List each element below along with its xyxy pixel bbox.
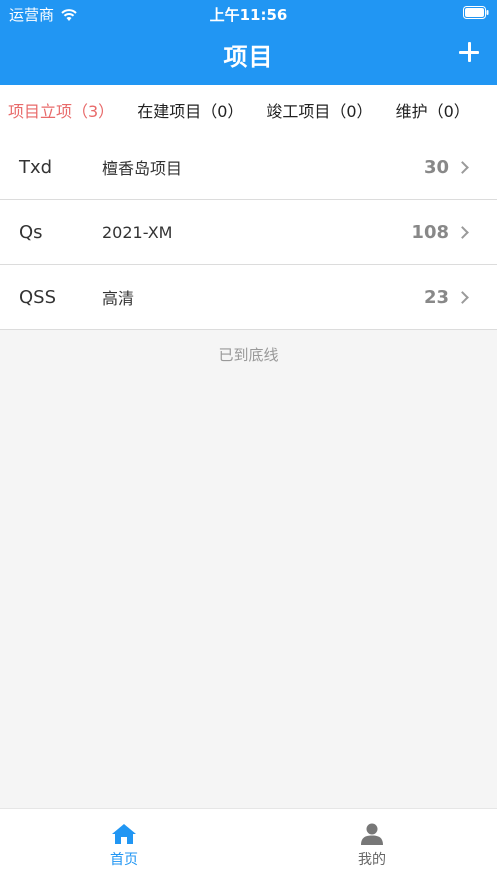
battery-icon [463,6,489,19]
chevron-right-icon [456,225,469,239]
project-name: 2021-XM [102,222,173,242]
tabbar-mine[interactable]: 我的 [248,809,496,883]
tabbar-home[interactable]: 首页 [0,809,248,883]
project-name: 檀香岛项目 [102,159,183,178]
bottom-tab-bar: 首页 我的 [0,808,497,883]
project-list: Txd 檀香岛项目 30 Qs 2021-XM 108 QSS 高清 23 [0,135,497,330]
project-name: 高清 [102,289,135,308]
chevron-right-icon [456,290,469,304]
tab-completed[interactable]: 竣工项目（0） [266,98,372,122]
tab-project-approval[interactable]: 项目立项（3） [8,98,114,122]
project-code: QSS [19,286,57,308]
project-code: Txd [19,156,53,178]
tabbar-home-label: 首页 [110,852,138,868]
status-time: 上午11:56 [209,6,288,24]
home-icon [112,824,136,844]
project-count: 23 [423,286,449,308]
chevron-right-icon [456,160,469,174]
tab-under-construction[interactable]: 在建项目（0） [137,98,243,122]
app-header: 运营商 上午11:56 项目 [0,0,497,85]
status-bar: 运营商 上午11:56 [0,0,497,26]
page-title: 项目 [223,43,274,71]
project-code: Qs [19,221,43,243]
list-item[interactable]: Qs 2021-XM 108 [0,200,497,265]
list-item[interactable]: Txd 檀香岛项目 30 [0,135,497,200]
project-count: 108 [411,221,449,243]
add-project-button[interactable] [457,40,481,64]
list-item[interactable]: QSS 高清 23 [0,265,497,330]
project-status-tabs: 项目立项（3） 在建项目（0） 竣工项目（0） 维护（0） [0,85,497,135]
list-end-text: 已到底线 [218,346,279,364]
person-icon [361,823,383,845]
project-count: 30 [423,156,449,178]
tab-maintenance[interactable]: 维护（0） [396,98,470,122]
tabbar-mine-label: 我的 [358,852,386,868]
